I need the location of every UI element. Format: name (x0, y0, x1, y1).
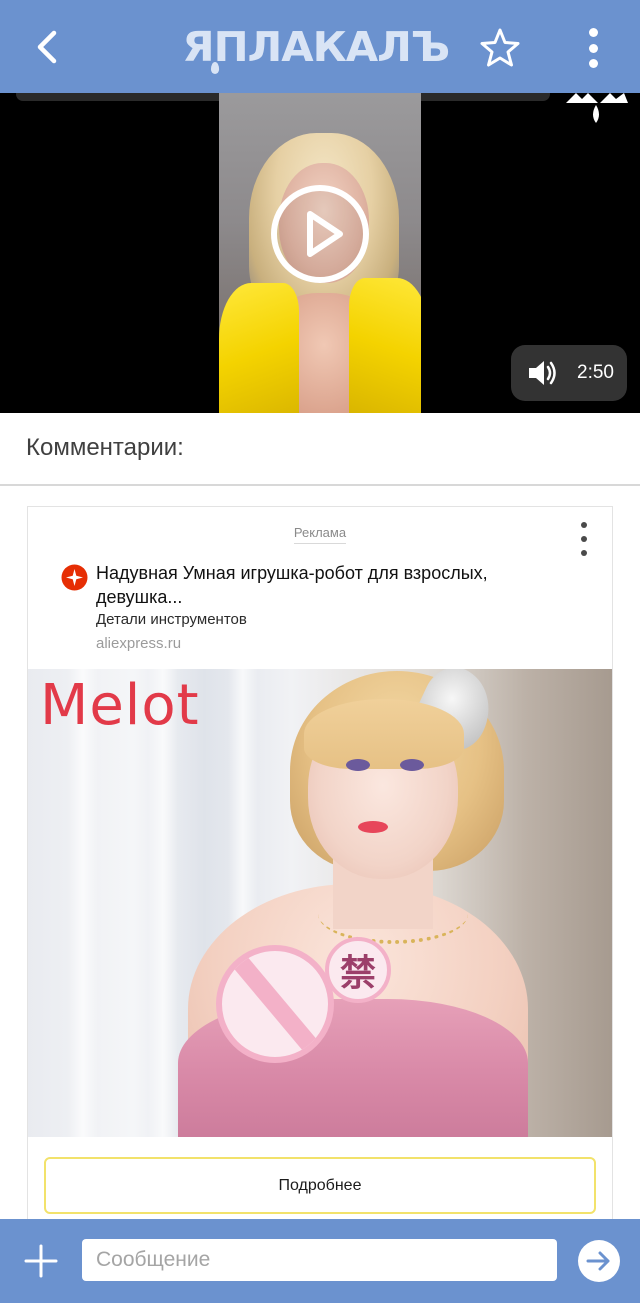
video-duration: 2:50 (577, 362, 614, 383)
more-options-button[interactable] (572, 24, 614, 72)
ad-image[interactable]: Melot 禁 (28, 669, 612, 1137)
ad-headline[interactable]: Надувная Умная игрушка-робот для взрослы… (96, 561, 566, 609)
ad-cta-button[interactable]: Подробнее (44, 1157, 596, 1214)
ad-subline: Детали инструментов (96, 611, 247, 628)
logo-text: ЯПЛАКАЛЪ (182, 23, 450, 71)
thumb-jacket-left (219, 283, 299, 413)
play-button[interactable] (268, 182, 372, 286)
favorite-button[interactable] (478, 26, 522, 70)
ad-brand-text: Melot (40, 673, 200, 738)
censor-badge: 禁 (325, 937, 391, 1003)
more-dot (581, 536, 587, 542)
send-button[interactable] (578, 1240, 620, 1282)
top-app-bar: ЯПЛАКАЛЪ (0, 0, 640, 93)
yaplakal-watermark-icon (566, 93, 628, 123)
ad-label: Реклама (28, 525, 612, 544)
back-button[interactable] (22, 22, 72, 72)
message-input[interactable] (82, 1239, 557, 1281)
more-dot (581, 550, 587, 556)
plus-icon[interactable] (22, 1242, 60, 1280)
ad-domain[interactable]: aliexpress.ru (96, 635, 181, 652)
arrow-right-icon (586, 1251, 610, 1271)
ad-card[interactable]: Реклама Надувная Умная игрушка-робот для… (27, 506, 613, 1226)
photo-bangs (304, 699, 464, 769)
more-dot (588, 43, 598, 53)
volume-duration-pill[interactable]: 2:50 (511, 345, 627, 401)
photo-eye (400, 759, 424, 771)
section-divider (0, 484, 640, 486)
photo-curtain (68, 669, 98, 1137)
comments-heading: Комментарии: (26, 434, 184, 461)
star-outline-icon (480, 28, 520, 67)
site-logo[interactable]: ЯПЛАКАЛЪ (182, 22, 450, 74)
censor-circle-icon (216, 945, 334, 1063)
app-screen: ЯПЛАКАЛЪ 2:50 Комментарии: Реклама Надув… (0, 0, 640, 1303)
volume-icon[interactable] (527, 358, 559, 388)
ad-label-text: Реклама (293, 525, 347, 544)
logo-drop-icon (210, 62, 220, 74)
video-player[interactable]: 2:50 (0, 93, 640, 413)
chevron-left-icon (37, 30, 57, 64)
message-composer (0, 1219, 640, 1303)
photo-curtain (148, 669, 178, 1137)
photo-lips (358, 821, 388, 833)
photo-necklace (318, 884, 468, 944)
ad-menu-button[interactable] (574, 522, 594, 556)
photo-eye (346, 759, 370, 771)
aliexpress-favicon-icon (61, 564, 88, 591)
more-vertical-icon (581, 522, 587, 528)
more-dot (588, 59, 598, 68)
thumb-jacket-right (349, 278, 421, 413)
more-vertical-icon (588, 28, 598, 37)
